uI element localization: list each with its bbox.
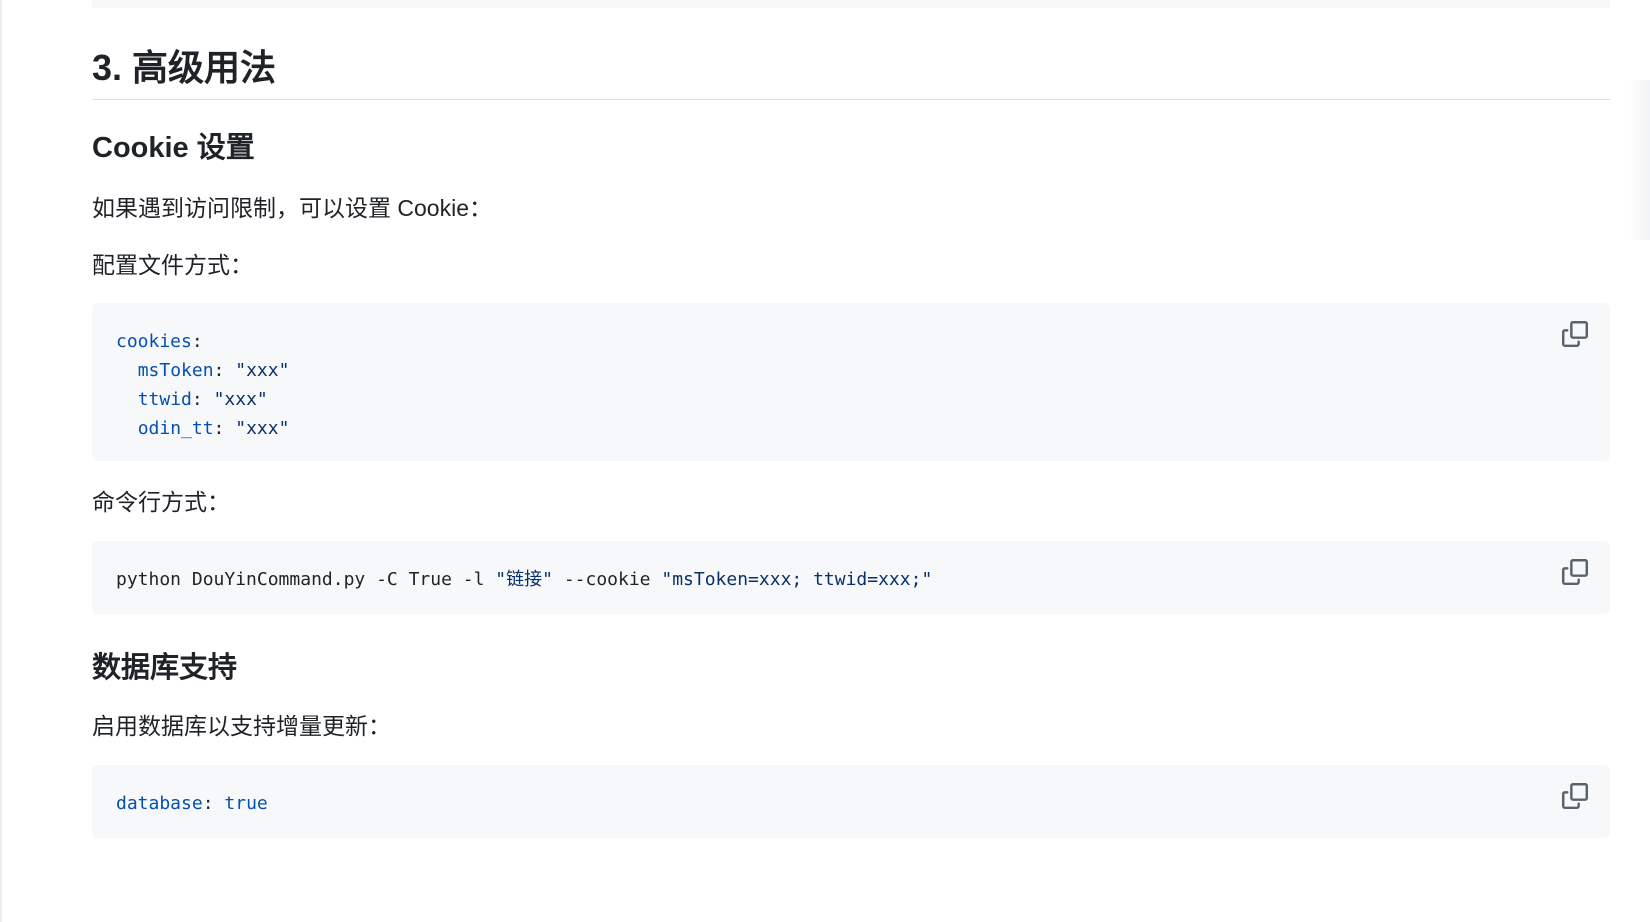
heading-cookie-settings: Cookie 设置 bbox=[92, 132, 255, 164]
code-key: odin_tt bbox=[137, 418, 214, 439]
code-block-database: database: true bbox=[92, 765, 1610, 838]
copy-button[interactable] bbox=[1560, 781, 1590, 811]
code-line: msToken: "xxx" bbox=[116, 360, 290, 381]
previous-code-block-edge bbox=[92, 0, 1610, 8]
code-block-command: python DouYinCommand.py -C True -l "链接" … bbox=[92, 541, 1610, 614]
code-string: "xxx" bbox=[235, 418, 290, 439]
heading-database-support: 数据库支持 bbox=[92, 652, 238, 684]
code-cookie-value: "msToken=xxx; ttwid=xxx;" bbox=[661, 569, 933, 590]
code-separator: : bbox=[213, 360, 236, 381]
code-separator: : bbox=[191, 331, 203, 352]
cookie-intro-text: 如果遇到访问限制，可以设置 Cookie： bbox=[92, 195, 492, 221]
section-heading-advanced-usage: 3. 高级用法 bbox=[92, 40, 1610, 100]
code-key: msToken bbox=[137, 360, 214, 381]
code-line: ttwid: "xxx" bbox=[116, 389, 268, 410]
code-command-prefix: python DouYinCommand.py -C True -l bbox=[116, 569, 496, 590]
code-string: "xxx" bbox=[235, 360, 290, 381]
code-key: database bbox=[116, 793, 203, 814]
code-string: "xxx" bbox=[213, 389, 268, 410]
code-command-content: python DouYinCommand.py -C True -l "链接" … bbox=[116, 565, 1586, 594]
code-config-content: cookies: msToken: "xxx" ttwid: "xxx" odi… bbox=[116, 327, 1586, 443]
code-block-config: cookies: msToken: "xxx" ttwid: "xxx" odi… bbox=[92, 303, 1610, 461]
code-separator: : bbox=[213, 418, 236, 439]
code-key: cookies bbox=[116, 331, 192, 352]
code-separator: : bbox=[191, 389, 214, 410]
code-link-arg: "链接" bbox=[495, 569, 553, 590]
copy-button[interactable] bbox=[1560, 557, 1590, 587]
code-separator: : bbox=[202, 793, 225, 814]
page-left-border bbox=[0, 0, 2, 922]
code-database-content: database: true bbox=[116, 789, 1586, 818]
code-key: ttwid bbox=[137, 389, 192, 410]
copy-icon bbox=[1562, 783, 1588, 809]
code-line: cookies: bbox=[116, 331, 203, 352]
copy-icon bbox=[1562, 559, 1588, 585]
code-command-middle: --cookie bbox=[552, 569, 662, 590]
database-intro-text: 启用数据库以支持增量更新： bbox=[92, 713, 391, 739]
page-right-edge bbox=[1630, 80, 1650, 240]
copy-icon bbox=[1562, 321, 1588, 347]
code-boolean: true bbox=[224, 793, 268, 814]
code-line: odin_tt: "xxx" bbox=[116, 418, 290, 439]
command-line-label: 命令行方式： bbox=[92, 489, 230, 515]
config-file-label: 配置文件方式： bbox=[92, 252, 253, 278]
copy-button[interactable] bbox=[1560, 319, 1590, 349]
